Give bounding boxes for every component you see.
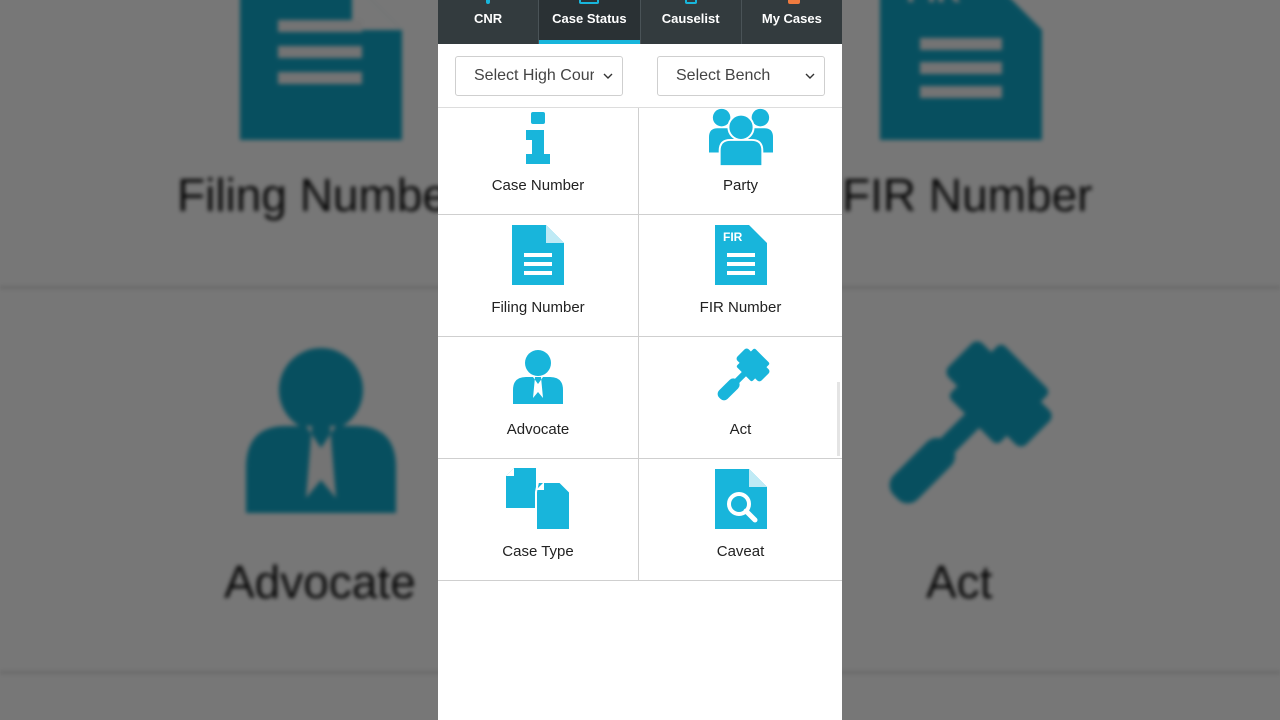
my-cases-icon — [787, 0, 800, 4]
option-caveat[interactable]: Caveat — [639, 459, 842, 581]
option-fir-number-label: FIR Number — [699, 299, 782, 316]
option-case-type[interactable]: Case Type — [438, 459, 639, 581]
option-case-type-label: Case Type — [502, 543, 574, 560]
bench-select[interactable]: Select Bench — [657, 56, 825, 96]
chevron-down-icon — [603, 73, 613, 79]
option-party-label: Party — [722, 177, 758, 194]
option-fir-number[interactable]: FIR FIR Number — [639, 215, 842, 337]
option-act-label: Act — [729, 421, 752, 438]
search-document-icon — [709, 467, 773, 531]
option-act[interactable]: Act — [639, 337, 842, 459]
group-icon — [708, 107, 773, 167]
filter-bar: Select High Court Select Bench — [438, 44, 842, 108]
option-advocate-label: Advocate — [506, 421, 570, 438]
tab-case-status[interactable]: Case Status — [539, 0, 641, 44]
fir-document-icon: FIR — [709, 223, 773, 287]
option-party[interactable]: Party — [639, 108, 842, 215]
tab-bar: CNR Case Status Causelist My Cases — [438, 0, 842, 44]
tab-my-cases[interactable]: My Cases — [742, 0, 842, 44]
option-caveat-label: Caveat — [716, 543, 765, 560]
high-court-select[interactable]: Select High Court — [455, 56, 623, 96]
app-panel: CNR Case Status Causelist My Cases Selec… — [438, 0, 842, 720]
chevron-down-icon — [805, 73, 815, 79]
copy-documents-icon — [506, 467, 570, 531]
info-icon — [506, 108, 570, 167]
high-court-select-value: Select High Court — [474, 67, 594, 84]
tab-causelist-label: Causelist — [661, 11, 720, 26]
option-case-number[interactable]: Case Number — [438, 108, 639, 215]
tab-case-status-label: Case Status — [552, 11, 627, 26]
svg-text:FIR: FIR — [723, 230, 743, 244]
tab-my-cases-label: My Cases — [761, 11, 822, 26]
scales-icon — [579, 0, 600, 4]
cnr-icon — [486, 0, 491, 4]
advocate-icon — [506, 345, 570, 409]
scrollbar[interactable] — [837, 382, 840, 456]
tab-cnr-label: CNR — [474, 11, 503, 26]
search-options-grid: Case Number Party Filing Number FIR FIR … — [438, 108, 842, 581]
tab-cnr[interactable]: CNR — [438, 0, 540, 44]
bench-select-value: Select Bench — [676, 67, 771, 84]
option-advocate[interactable]: Advocate — [438, 337, 639, 459]
tab-causelist[interactable]: Causelist — [641, 0, 742, 44]
gavel-icon — [709, 345, 773, 409]
option-filing-number-label: Filing Number — [491, 299, 585, 316]
document-icon — [506, 223, 570, 287]
option-filing-number[interactable]: Filing Number — [438, 215, 639, 337]
list-icon — [684, 0, 697, 4]
option-case-number-label: Case Number — [491, 177, 585, 194]
